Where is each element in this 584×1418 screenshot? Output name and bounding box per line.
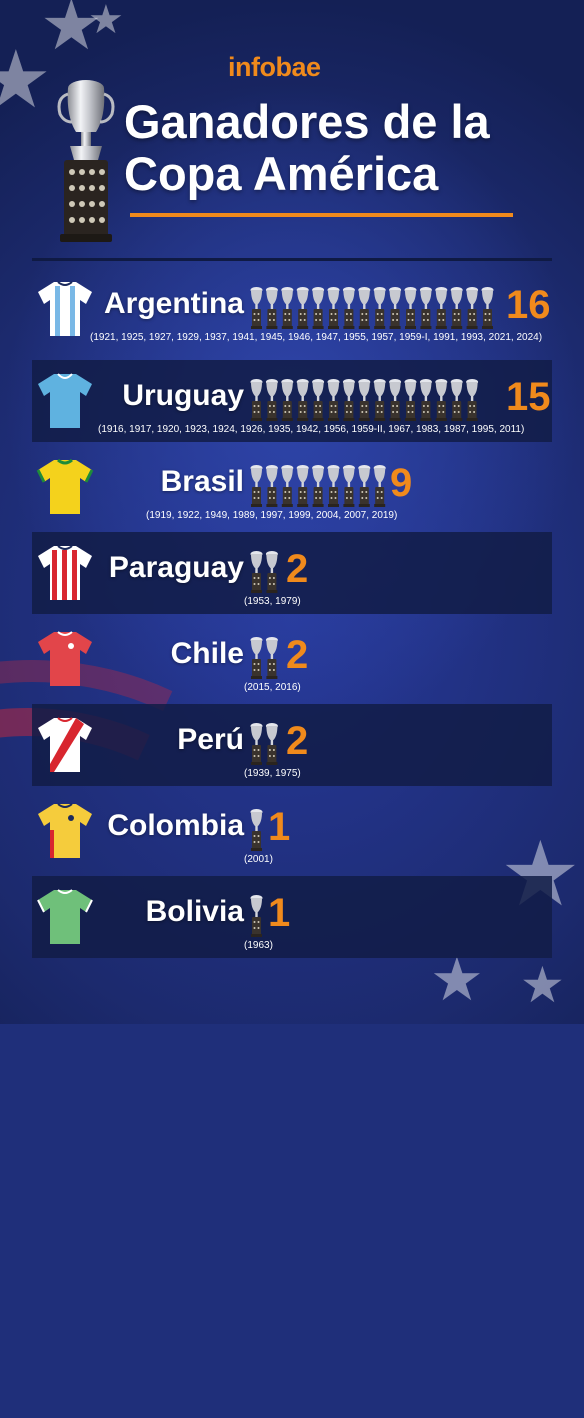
page-title: Ganadores de la Copa América: [124, 96, 564, 200]
titles-count: 16: [506, 283, 551, 327]
trophy-icon: [342, 287, 355, 329]
star-icon: ★: [430, 946, 484, 1013]
winning-years: (1921, 1925, 1927, 1929, 1937, 1941, 194…: [90, 332, 543, 343]
trophy-icon: [312, 465, 325, 507]
titles-count: 9: [390, 461, 413, 505]
trophy-icon: [281, 465, 294, 507]
winning-years: (1963): [244, 940, 273, 951]
trophy-icon: [435, 379, 448, 421]
copa-america-trophy-icon: [57, 80, 115, 242]
trophy-icon: [296, 287, 309, 329]
trophy-count-icons: [250, 809, 263, 851]
trophy-icon: [250, 637, 263, 679]
country-name: Perú: [177, 723, 244, 756]
trophy-icon: [389, 379, 402, 421]
trophy-icon: [296, 465, 309, 507]
trophy-icon: [265, 637, 278, 679]
trophy-icon: [466, 287, 479, 329]
trophy-count-icons: [250, 379, 479, 421]
country-name: Brasil: [160, 465, 244, 498]
trophy-icon: [281, 379, 294, 421]
trophy-icon: [312, 379, 325, 421]
trophy-icon: [389, 287, 402, 329]
winner-row-peru: Perú 2 (1939, 1975): [32, 704, 552, 786]
country-name: Paraguay: [108, 551, 244, 584]
star-icon: ★: [0, 35, 52, 124]
winner-row-chile: Chile 2 (2015, 2016): [32, 618, 552, 700]
brand-logo: infobae: [228, 52, 321, 82]
trophy-icon: [250, 809, 263, 851]
winner-row-argentina: Argentina 16 (1921, 1925, 1927, 1929, 19…: [32, 268, 552, 350]
winner-row-paraguay: Paraguay 2 (1953, 1979): [32, 532, 552, 614]
trophy-count-icons: [250, 895, 263, 937]
trophy-icon: [404, 379, 417, 421]
winning-years: (2001): [244, 854, 273, 865]
trophy-icon: [358, 379, 371, 421]
trophy-icon: [358, 465, 371, 507]
winning-years: (1919, 1922, 1949, 1989, 1997, 1999, 200…: [146, 510, 398, 521]
trophy-icon: [312, 287, 325, 329]
title-underline: [130, 213, 513, 217]
trophy-icon: [265, 465, 278, 507]
titles-count: 2: [286, 719, 309, 763]
trophy-icon: [250, 465, 263, 507]
trophy-icon: [327, 379, 340, 421]
trophy-icon: [419, 287, 432, 329]
trophy-icon: [342, 379, 355, 421]
country-name: Colombia: [107, 809, 244, 842]
winner-row-brasil: Brasil 9 (1919, 1922, 1949, 1989, 1997, …: [32, 446, 552, 528]
trophy-icon: [327, 465, 340, 507]
trophy-icon: [404, 287, 417, 329]
trophy-icon: [265, 287, 278, 329]
trophy-icon: [358, 287, 371, 329]
country-name: Chile: [170, 637, 244, 670]
title-line-2: Copa América: [124, 147, 439, 200]
titles-count: 15: [506, 375, 551, 419]
titles-count: 1: [268, 891, 291, 935]
trophy-icon: [373, 287, 386, 329]
trophy-count-icons: [250, 287, 494, 329]
trophy-icon: [250, 551, 263, 593]
trophy-icon: [250, 379, 263, 421]
titles-count: 1: [268, 805, 291, 849]
country-name: Uruguay: [122, 379, 244, 412]
winning-years: (1953, 1979): [244, 596, 301, 607]
trophy-count-icons: [250, 637, 278, 679]
trophy-icon: [250, 895, 263, 937]
titles-count: 2: [286, 633, 309, 677]
trophy-icon: [450, 287, 463, 329]
winning-years: (1916, 1917, 1920, 1923, 1924, 1926, 193…: [98, 424, 525, 435]
trophy-icon: [265, 379, 278, 421]
trophy-icon: [342, 465, 355, 507]
country-name: Bolivia: [145, 895, 244, 928]
star-icon: ★: [520, 957, 565, 1013]
trophy-icon: [327, 287, 340, 329]
trophy-icon: [450, 379, 463, 421]
trophy-icon: [481, 287, 494, 329]
trophy-icon: [265, 551, 278, 593]
winner-row-bolivia: Bolivia 1 (1963): [32, 876, 552, 958]
trophy-count-icons: [250, 465, 386, 507]
titles-count: 2: [286, 547, 309, 591]
star-icon: ★: [88, 0, 124, 42]
winner-row-uruguay: Uruguay 15 (1916, 1917, 1920, 1923, 1924…: [32, 360, 552, 442]
trophy-count-icons: [250, 551, 278, 593]
trophy-icon: [373, 379, 386, 421]
trophy-icon: [419, 379, 432, 421]
title-line-1: Ganadores de la: [124, 95, 490, 148]
trophy-icon: [296, 379, 309, 421]
trophy-icon: [466, 379, 479, 421]
trophy-icon: [435, 287, 448, 329]
divider: [32, 258, 552, 261]
trophy-icon: [250, 723, 263, 765]
trophy-count-icons: [250, 723, 278, 765]
winning-years: (2015, 2016): [244, 682, 301, 693]
trophy-icon: [265, 723, 278, 765]
trophy-icon: [250, 287, 263, 329]
country-name: Argentina: [103, 287, 244, 320]
winner-row-colombia: Colombia 1 (2001): [32, 790, 552, 872]
trophy-icon: [373, 465, 386, 507]
trophy-icon: [281, 287, 294, 329]
winning-years: (1939, 1975): [244, 768, 301, 779]
